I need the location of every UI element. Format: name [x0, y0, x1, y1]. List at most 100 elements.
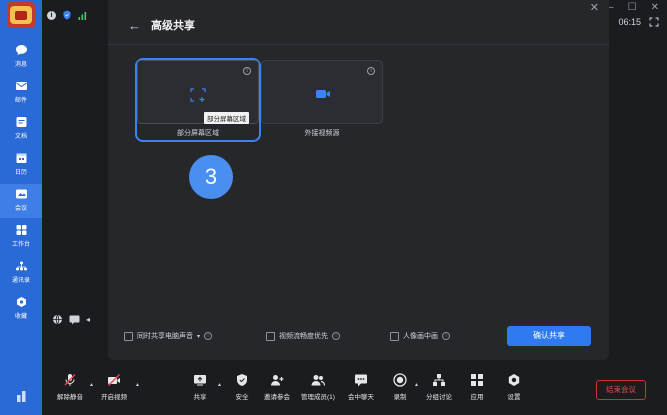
sidebar-item-label: 文档	[14, 134, 27, 140]
mic-muted-icon	[64, 374, 76, 386]
toolbar-label: 安全	[235, 394, 249, 401]
apps-button[interactable]: 应用	[470, 373, 484, 401]
breakout-button[interactable]: 分组讨论	[426, 373, 452, 401]
toolbar-label: 录制	[393, 394, 407, 401]
share-button[interactable]: 共享	[193, 373, 207, 401]
dropdown-caret-icon[interactable]: ▾	[197, 333, 200, 340]
invite-button[interactable]: 邀请参会	[264, 373, 290, 401]
sidebar-item-contacts[interactable]: 通讯录	[0, 256, 42, 290]
contacts-icon	[15, 261, 27, 271]
sidebar-item-label: 通讯录	[11, 278, 30, 284]
doc-icon	[16, 117, 26, 127]
breakout-icon	[433, 374, 445, 386]
record-options-caret-icon[interactable]: ▲	[414, 382, 419, 388]
info-icon[interactable]: i	[332, 332, 340, 340]
collapse-arrow-icon[interactable]: ◂	[86, 315, 90, 324]
audio-options-caret-icon[interactable]: ▲	[89, 382, 94, 388]
toolbar-label: 应用	[470, 394, 484, 401]
add-user-icon	[271, 375, 284, 386]
chat-bubble-icon[interactable]	[69, 315, 80, 325]
step-number-badge: 3	[189, 155, 233, 199]
left-sidebar: 消息 邮件 文档 日历 会议 工作台 通讯录 收藏	[0, 0, 42, 415]
sidebar-item-meeting[interactable]: 会议	[0, 184, 42, 218]
favorite-icon	[16, 297, 26, 307]
manage-members-button[interactable]: 管理成员(1)	[301, 373, 335, 401]
shield-icon	[237, 374, 247, 386]
source-label: 外接视频源	[304, 130, 340, 137]
option-portrait[interactable]: 人像画中画 i	[390, 331, 450, 341]
globe-icon[interactable]	[52, 314, 63, 325]
divider	[108, 44, 609, 45]
elapsed-time: 06:15	[618, 17, 641, 27]
status-icons: i	[47, 10, 87, 20]
maximize-icon[interactable]: ☐	[628, 2, 637, 13]
sidebar-item-label: 会议	[14, 206, 27, 212]
close-window-icon[interactable]: ✕	[651, 2, 659, 13]
toolbar-label: 邀请参会	[264, 394, 290, 401]
dialog-header: ← 高级共享	[128, 17, 195, 33]
members-icon	[311, 375, 325, 386]
mail-icon	[15, 82, 27, 90]
avatar[interactable]	[7, 2, 35, 28]
source-card-external-video[interactable]: i 外接视频源	[261, 60, 383, 140]
share-options-caret-icon[interactable]: ▲	[217, 382, 222, 388]
back-arrow-icon[interactable]: ←	[128, 19, 141, 32]
record-button[interactable]: 录制	[393, 373, 407, 401]
calendar-icon	[16, 153, 26, 163]
info-icon[interactable]: i	[204, 332, 213, 340]
close-icon[interactable]: ✕	[590, 1, 599, 14]
floating-controls: ◂	[52, 314, 90, 325]
sidebar-item-mail[interactable]: 邮件	[0, 76, 42, 110]
sidebar-item-label: 收藏	[14, 314, 27, 320]
settings-button[interactable]: 设置	[507, 373, 521, 401]
sidebar-more[interactable]	[0, 377, 42, 415]
sidebar-item-calendar[interactable]: 日历	[0, 148, 42, 182]
end-meeting-button[interactable]: 结束会议	[596, 380, 646, 400]
fullscreen-icon[interactable]	[649, 17, 659, 27]
sidebar-item-workbench[interactable]: 工作台	[0, 220, 42, 254]
sidebar-item-label: 邮件	[14, 98, 27, 104]
toolbar-label: 设置	[507, 394, 521, 401]
apps-icon	[471, 374, 483, 386]
confirm-share-button[interactable]: 确认共享	[507, 326, 591, 346]
unmute-button[interactable]: 解除静音	[57, 373, 83, 401]
shield-icon[interactable]	[63, 10, 71, 20]
info-icon[interactable]: i	[367, 67, 375, 75]
video-priority-checkbox[interactable]	[266, 331, 275, 341]
toolbar-label: 管理成员(1)	[301, 394, 335, 401]
source-thumbnail: i	[261, 60, 383, 124]
apps-icon	[16, 225, 26, 235]
start-video-button[interactable]: 开启视频	[101, 373, 127, 401]
chat-icon	[15, 45, 27, 55]
meeting-toolbar: 解除静音 ▲ 开启视频 ▲ 共享 ▲ 安全 邀请参会 管理成员(1) 会中聊天 …	[42, 365, 667, 415]
meeting-chat-button[interactable]: 会中聊天	[348, 373, 374, 401]
sidebar-item-messages[interactable]: 消息	[0, 40, 42, 74]
source-card-partial-screen[interactable]: i 部分屏幕区域 部分屏幕区域	[135, 58, 261, 142]
sidebar-item-label: 日历	[14, 170, 27, 176]
sidebar-item-label: 消息	[14, 62, 27, 68]
chat-bubble-icon	[355, 374, 367, 387]
meeting-timer: 06:15	[618, 17, 659, 27]
video-options-caret-icon[interactable]: ▲	[135, 382, 140, 388]
option-share-audio[interactable]: 同时共享电脑声音 ▾ i	[124, 331, 213, 341]
signal-icon	[78, 11, 87, 20]
option-video-priority[interactable]: 视频流畅度优先 i	[266, 331, 340, 341]
toolbar-label: 会中聊天	[348, 394, 374, 401]
settings-icon	[508, 374, 520, 386]
meeting-icon	[15, 189, 27, 199]
info-icon[interactable]: i	[47, 10, 56, 20]
option-label: 人像画中画	[403, 333, 438, 340]
share-screen-icon	[194, 375, 206, 386]
record-icon	[393, 373, 407, 387]
sidebar-item-favorites[interactable]: 收藏	[0, 292, 42, 326]
portrait-checkbox[interactable]	[390, 331, 399, 341]
source-thumbnail: i 部分屏幕区域	[137, 60, 259, 124]
security-button[interactable]: 安全	[235, 373, 249, 401]
share-audio-checkbox[interactable]	[124, 331, 133, 341]
sidebar-item-docs[interactable]: 文档	[0, 112, 42, 146]
video-camera-icon	[316, 90, 330, 98]
more-apps-icon	[16, 390, 25, 402]
region-select-icon	[190, 88, 206, 102]
info-icon[interactable]: i	[442, 332, 450, 340]
info-icon[interactable]: i	[243, 67, 251, 75]
